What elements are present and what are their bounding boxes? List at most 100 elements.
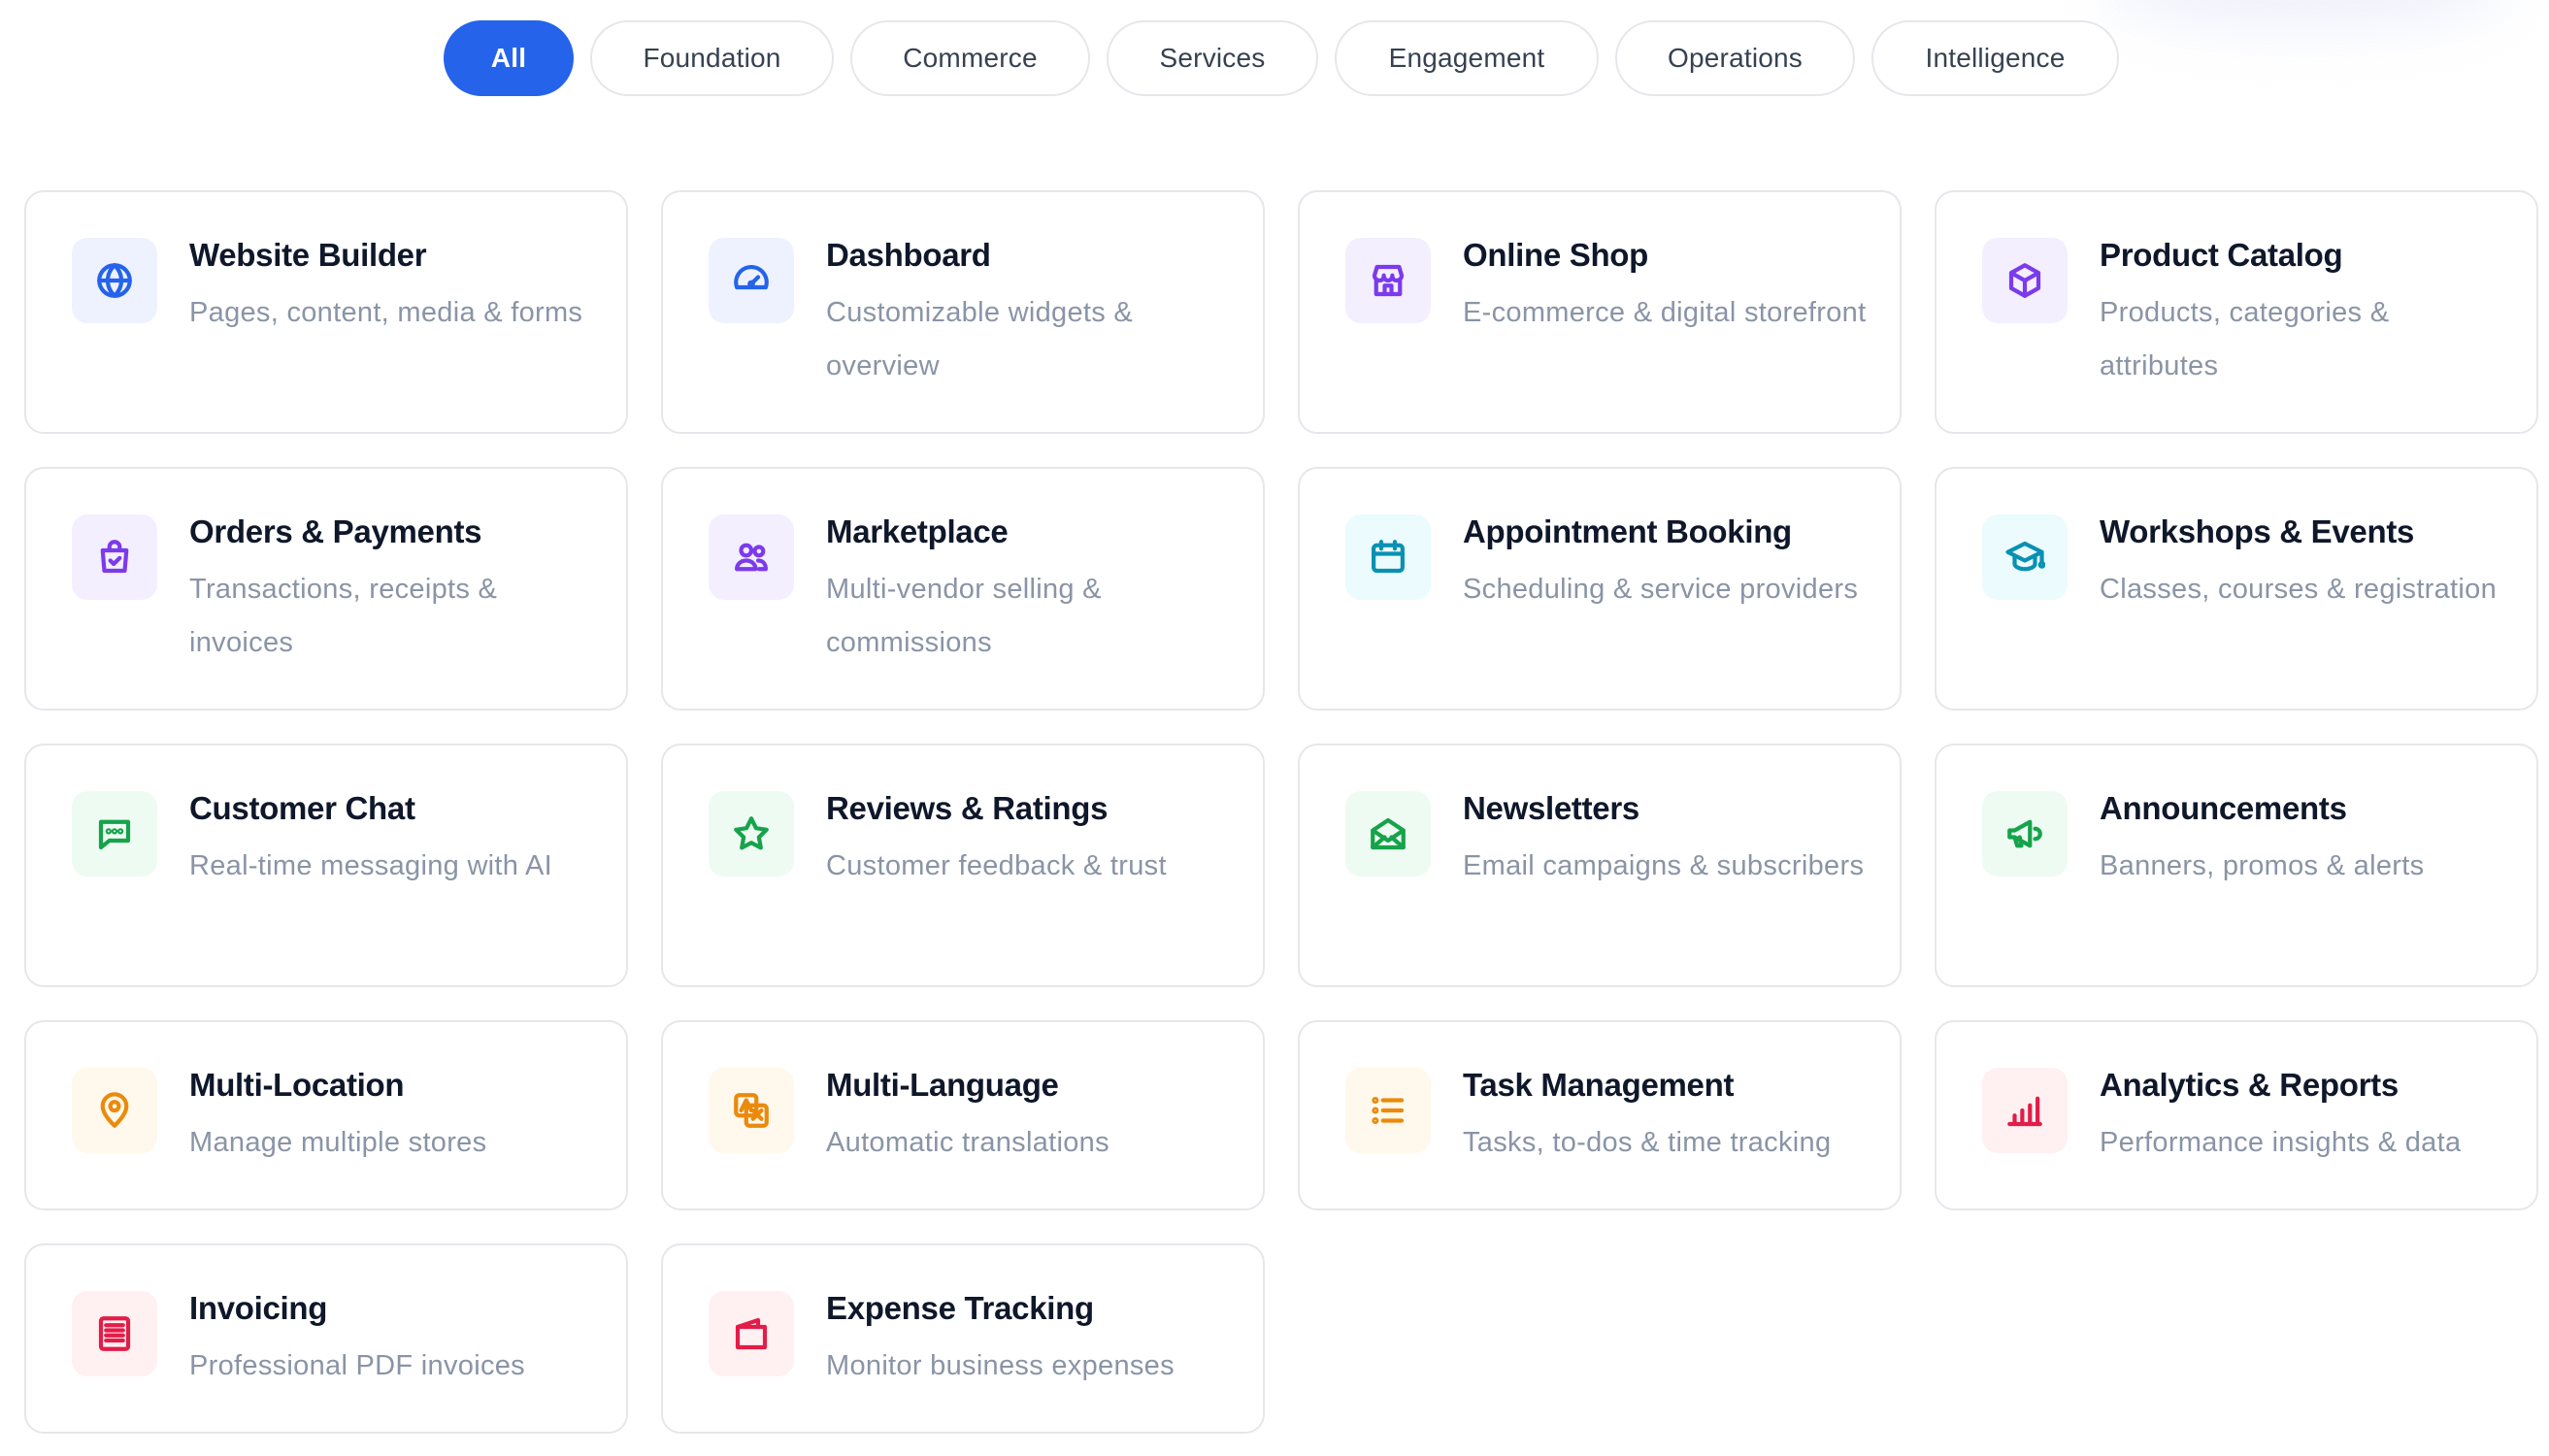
module-card-dashboard[interactable]: Dashboard Customizable widgets & overview bbox=[661, 190, 1265, 434]
shopping-bag-icon bbox=[100, 540, 129, 574]
module-description: Automatic translations bbox=[826, 1127, 1109, 1158]
module-title: Multi-Language bbox=[826, 1067, 1059, 1103]
shopping-bag-icon bbox=[72, 514, 157, 600]
module-card-orders-and-payments[interactable]: Orders & Payments Transactions, receipts … bbox=[24, 467, 628, 711]
module-title: Marketplace bbox=[826, 513, 1009, 549]
module-title: Customer Chat bbox=[189, 790, 415, 826]
star-icon bbox=[734, 816, 769, 850]
module-card-newsletters[interactable]: Newsletters Email campaigns & subscribers bbox=[1298, 744, 1902, 987]
module-card-website-builder[interactable]: Website Builder Pages, content, media & f… bbox=[24, 190, 628, 434]
map-pin-icon bbox=[100, 1092, 129, 1128]
star-icon bbox=[709, 791, 794, 877]
module-card-marketplace[interactable]: Marketplace Multi-vendor selling & commis… bbox=[661, 467, 1265, 711]
module-description: Classes, courses & registration bbox=[2100, 574, 2498, 605]
module-description: Customizable widgets & overview bbox=[826, 297, 1134, 381]
calendar-icon bbox=[1345, 514, 1431, 600]
mail-icon bbox=[1371, 817, 1406, 850]
filter-all[interactable]: All bbox=[444, 20, 574, 96]
module-description: Pages, content, media & forms bbox=[189, 297, 583, 328]
module-card-customer-chat[interactable]: Customer Chat Real-time messaging with AI bbox=[24, 744, 628, 987]
translate-icon bbox=[734, 1093, 769, 1128]
megaphone-icon bbox=[2007, 819, 2042, 848]
module-description: Multi-vendor selling & commissions bbox=[826, 574, 1102, 658]
filter-services[interactable]: Services bbox=[1107, 20, 1318, 96]
module-title: Task Management bbox=[1463, 1067, 1735, 1103]
module-description: E-commerce & digital storefront bbox=[1463, 297, 1867, 328]
mail-icon bbox=[1345, 791, 1431, 877]
chat-icon bbox=[72, 791, 157, 877]
module-description: Real-time messaging with AI bbox=[189, 850, 552, 881]
graduation-cap-icon bbox=[1982, 514, 2068, 600]
graduation-cap-icon bbox=[2005, 541, 2045, 572]
gauge-icon bbox=[709, 238, 794, 323]
module-card-multi-language[interactable]: Multi-Language Automatic translations bbox=[661, 1020, 1265, 1210]
bar-chart-icon bbox=[1982, 1068, 2068, 1153]
filter-commerce[interactable]: Commerce bbox=[850, 20, 1090, 96]
module-title: Reviews & Ratings bbox=[826, 790, 1109, 826]
filter-intelligence[interactable]: Intelligence bbox=[1871, 20, 2119, 96]
module-card-reviews-and-ratings[interactable]: Reviews & Ratings Customer feedback & tru… bbox=[661, 744, 1265, 987]
list-icon bbox=[1345, 1068, 1431, 1153]
module-card-appointment-booking[interactable]: Appointment Booking Scheduling & service … bbox=[1298, 467, 1902, 711]
translate-icon bbox=[709, 1068, 794, 1153]
receipt-icon bbox=[72, 1291, 157, 1376]
module-card-online-shop[interactable]: Online Shop E-commerce & digital storefro… bbox=[1298, 190, 1902, 434]
module-description: Transactions, receipts & invoices bbox=[189, 574, 498, 658]
users-icon bbox=[709, 514, 794, 600]
module-title: Newsletters bbox=[1463, 790, 1639, 826]
module-title: Multi-Location bbox=[189, 1067, 405, 1103]
module-description: Customer feedback & trust bbox=[826, 850, 1167, 881]
decorative-glow bbox=[2102, 0, 2510, 29]
module-card-analytics-and-reports[interactable]: Analytics & Reports Performance insights … bbox=[1935, 1020, 2538, 1210]
megaphone-icon bbox=[1982, 791, 2068, 877]
gauge-icon bbox=[734, 265, 769, 290]
module-title: Online Shop bbox=[1463, 237, 1649, 273]
module-card-product-catalog[interactable]: Product Catalog Products, categories & at… bbox=[1935, 190, 2538, 434]
module-card-workshops-and-events[interactable]: Workshops & Events Classes, courses & reg… bbox=[1935, 467, 2538, 711]
calendar-icon bbox=[1372, 540, 1405, 574]
module-description: Products, categories & attributes bbox=[2100, 297, 2390, 381]
module-title: Product Catalog bbox=[2100, 237, 2343, 273]
globe-icon bbox=[72, 238, 157, 323]
store-icon bbox=[1372, 264, 1405, 297]
module-description: Performance insights & data bbox=[2100, 1127, 2462, 1158]
module-card-announcements[interactable]: Announcements Banners, promos & alerts bbox=[1935, 744, 2538, 987]
module-description: Professional PDF invoices bbox=[189, 1350, 525, 1381]
module-card-multi-location[interactable]: Multi-Location Manage multiple stores bbox=[24, 1020, 628, 1210]
module-description: Monitor business expenses bbox=[826, 1350, 1175, 1381]
list-icon bbox=[1372, 1096, 1405, 1125]
module-card-invoicing[interactable]: Invoicing Professional PDF invoices bbox=[24, 1243, 628, 1434]
module-title: Expense Tracking bbox=[826, 1290, 1094, 1326]
module-title: Invoicing bbox=[189, 1290, 328, 1326]
filter-foundation[interactable]: Foundation bbox=[590, 20, 834, 96]
module-card-expense-tracking[interactable]: Expense Tracking Monitor business expense… bbox=[661, 1243, 1265, 1434]
wallet-icon bbox=[735, 1317, 768, 1350]
module-title: Website Builder bbox=[189, 237, 427, 273]
module-description: Email campaigns & subscribers bbox=[1463, 850, 1865, 881]
filter-engagement[interactable]: Engagement bbox=[1335, 20, 1599, 96]
box-icon bbox=[2008, 263, 2041, 298]
module-title: Appointment Booking bbox=[1463, 513, 1792, 549]
module-card-task-management[interactable]: Task Management Tasks, to-dos & time trac… bbox=[1298, 1020, 1902, 1210]
receipt-icon bbox=[98, 1316, 131, 1351]
module-title: Dashboard bbox=[826, 237, 991, 273]
filter-operations[interactable]: Operations bbox=[1615, 20, 1855, 96]
module-description: Scheduling & service providers bbox=[1463, 574, 1859, 605]
box-icon bbox=[1982, 238, 2068, 323]
module-title: Announcements bbox=[2100, 790, 2347, 826]
module-grid: Website Builder Pages, content, media & f… bbox=[24, 190, 2538, 1434]
module-description: Banners, promos & alerts bbox=[2100, 850, 2425, 881]
module-description: Tasks, to-dos & time tracking bbox=[1463, 1127, 1832, 1158]
store-icon bbox=[1345, 238, 1431, 323]
module-title: Workshops & Events bbox=[2100, 513, 2415, 549]
module-description: Manage multiple stores bbox=[189, 1127, 487, 1158]
category-filter-bar: All Foundation Commerce Services Engagem… bbox=[444, 20, 2119, 96]
map-pin-icon bbox=[72, 1068, 157, 1153]
module-title: Orders & Payments bbox=[189, 513, 482, 549]
globe-icon bbox=[97, 263, 132, 298]
wallet-icon bbox=[709, 1291, 794, 1376]
module-title: Analytics & Reports bbox=[2100, 1067, 2399, 1103]
bar-chart-icon bbox=[2007, 1096, 2042, 1127]
chat-icon bbox=[98, 819, 131, 850]
users-icon bbox=[735, 543, 768, 572]
